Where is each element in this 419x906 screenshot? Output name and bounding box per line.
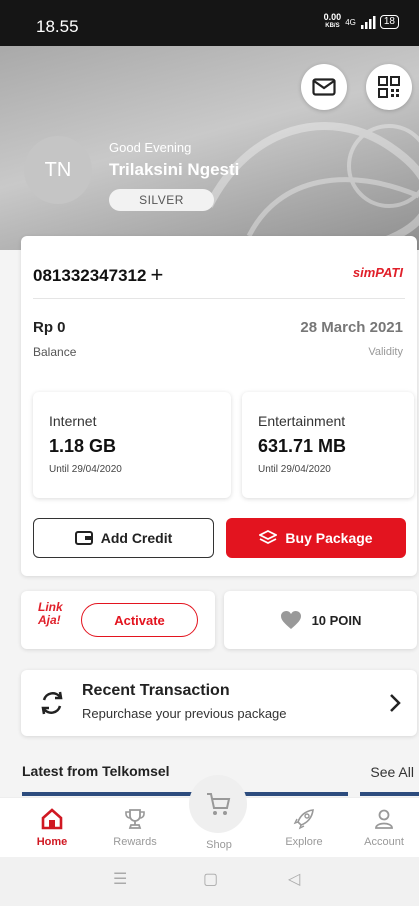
tier-badge[interactable]: SILVER <box>109 189 214 211</box>
cart-icon <box>207 793 231 815</box>
battery-icon: 18 <box>379 15 399 29</box>
heart-icon <box>280 611 301 629</box>
trophy-icon <box>125 809 145 829</box>
quota-title: Entertainment <box>258 413 346 429</box>
avatar[interactable]: TN <box>24 136 92 204</box>
qr-code-icon <box>378 76 400 98</box>
rocket-icon <box>293 809 314 830</box>
poin-label: 10 POIN <box>311 612 362 628</box>
repeat-icon <box>41 691 63 715</box>
nav-shop-label: Shop <box>206 839 232 851</box>
mail-icon <box>312 78 336 96</box>
recent-transaction-card[interactable]: Recent Transaction Repurchase your previ… <box>21 670 417 736</box>
network-type: 4G <box>345 17 356 27</box>
phone-number: 081332347312 + <box>33 262 164 287</box>
chevron-right-icon <box>390 694 401 712</box>
divider <box>33 298 405 299</box>
person-icon <box>375 809 393 829</box>
activate-button[interactable]: Activate <box>81 603 198 637</box>
latest-banner-edge[interactable] <box>22 792 348 796</box>
layers-icon <box>259 530 278 545</box>
account-card: 081332347312 + simPATI Rp 0 Balance 28 Ma… <box>21 236 417 576</box>
add-number-icon[interactable]: + <box>150 262 163 287</box>
brand-logo: simPATI <box>352 265 403 280</box>
quota-internet-card[interactable]: Internet 1.18 GB Until 29/04/2020 <box>33 392 231 498</box>
nav-home[interactable]: Home <box>12 808 92 848</box>
quota-value: 1.18 GB <box>49 436 117 456</box>
quota-until: Until 29/04/2020 <box>258 464 331 475</box>
add-credit-button[interactable]: Add Credit <box>33 518 214 558</box>
quota-title: Internet <box>49 413 97 429</box>
see-all-link[interactable]: See All <box>370 764 414 780</box>
quota-value: 631.71 MB <box>258 436 347 456</box>
recent-transaction-subtitle: Repurchase your previous package <box>82 706 287 721</box>
shop-button[interactable] <box>189 775 247 833</box>
quota-until: Until 29/04/2020 <box>49 464 122 475</box>
wallet-icon <box>74 531 93 545</box>
profile-header: TN Good Evening Trilaksini Ngesti SILVER <box>0 46 419 250</box>
linkaja-logo: Link Aja! <box>38 600 63 627</box>
greeting-text: Good Evening <box>109 140 192 155</box>
balance-value: Rp 0 <box>33 319 66 336</box>
home-square-icon[interactable]: ▢ <box>203 869 218 889</box>
signal-icon <box>360 15 376 29</box>
latest-title: Latest from Telkomsel <box>22 763 170 779</box>
status-bar: 18.55 0.00 KB/S 4G 18 <box>0 0 419 46</box>
validity-value: 28 March 2021 <box>300 319 403 336</box>
menu-icon[interactable]: ☰ <box>113 869 127 889</box>
system-nav-bar: ☰ ▢ ◁ <box>0 857 419 906</box>
back-icon[interactable]: ◁ <box>288 869 300 889</box>
buy-package-button[interactable]: Buy Package <box>226 518 406 558</box>
latest-banner-edge[interactable] <box>360 792 419 796</box>
status-icons: 0.00 KB/S 4G 18 <box>324 13 399 31</box>
recent-transaction-title: Recent Transaction <box>82 682 230 699</box>
status-time: 18.55 <box>36 17 79 36</box>
nav-rewards[interactable]: Rewards <box>95 808 175 848</box>
nav-account[interactable]: Account <box>344 808 419 848</box>
quota-entertainment-card[interactable]: Entertainment 631.71 MB Until 29/04/2020 <box>242 392 414 498</box>
poin-card[interactable]: 10 POIN <box>224 591 417 649</box>
balance-label: Balance <box>33 345 77 359</box>
home-icon <box>41 808 63 830</box>
qr-button[interactable] <box>366 64 412 110</box>
nav-explore[interactable]: Explore <box>264 808 344 848</box>
user-name: Trilaksini Ngesti <box>109 160 240 179</box>
validity-label: Validity <box>368 346 403 358</box>
network-speed: 0.00 KB/S <box>323 12 342 30</box>
inbox-button[interactable] <box>301 64 347 110</box>
linkaja-card: Link Aja! Activate <box>21 591 215 649</box>
